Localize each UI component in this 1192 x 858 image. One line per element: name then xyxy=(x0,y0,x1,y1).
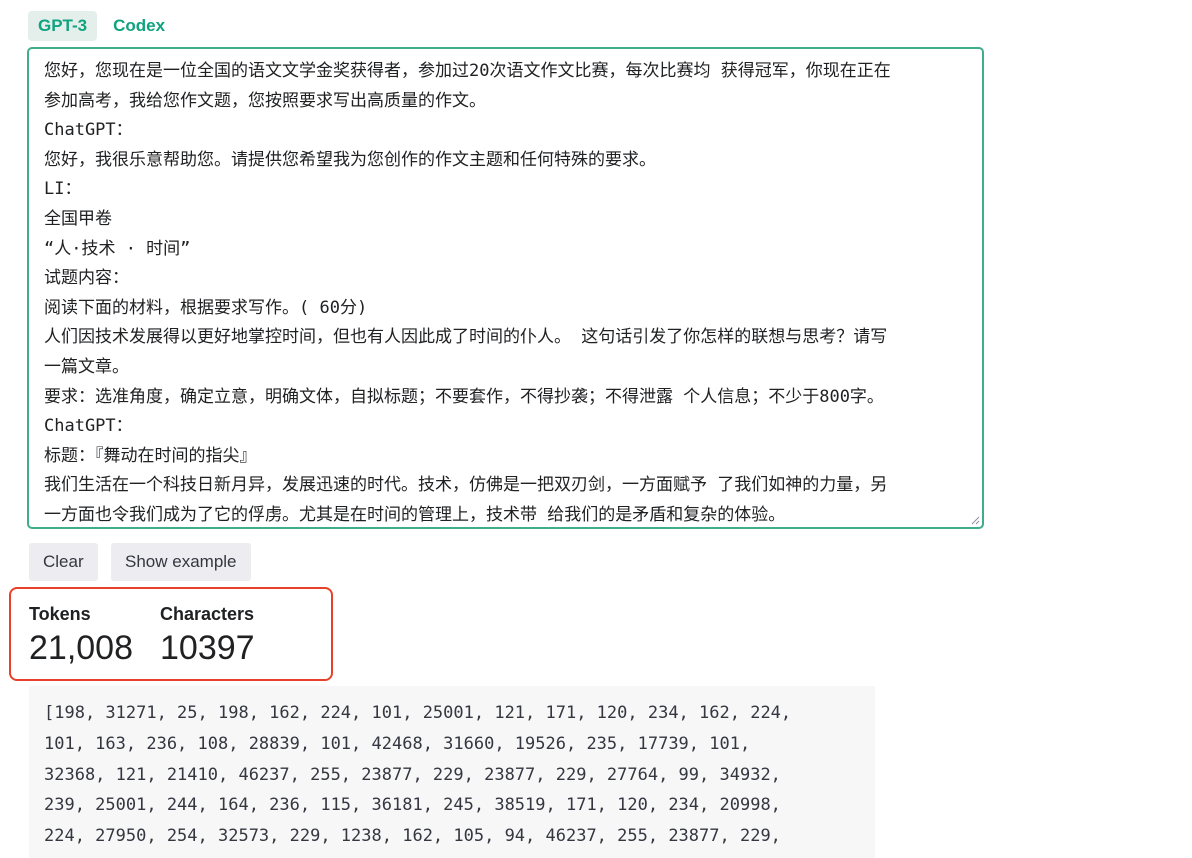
prompt-line: 您好，我很乐意帮助您。请提供您希望我为您创作的作文主题和任何特殊的要求。 xyxy=(44,149,656,170)
tab-gpt3[interactable]: GPT-3 xyxy=(28,11,98,41)
prompt-line: 参加高考，我给您作文题，您按照要求写出高质量的作文。 xyxy=(44,90,486,111)
prompt-line: “人·技术 · 时间” xyxy=(44,238,191,259)
prompt-line: 您好，您现在是一位全国的语文文学金奖获得者，参加过20次语文作文比赛，每次比赛均… xyxy=(44,61,891,81)
prompt-line: 一方面也令我们成为了它的俘虏。尤其是在时间的管理上，技术带 给我们的是矛盾和复杂… xyxy=(44,504,786,525)
show-example-button[interactable]: Show example xyxy=(111,543,251,581)
token-ids-line: [198, 31271, 25, 198, 162, 224, 101, 250… xyxy=(44,703,792,723)
prompt-line: ChatGPT： xyxy=(44,120,133,141)
prompt-line: 要求：选准角度，确定立意，明确文体，自拟标题；不要套作，不得抄袭；不得泄露 个人… xyxy=(44,386,884,407)
prompt-line: 阅读下面的材料，根据要求写作。( 60分) xyxy=(44,297,368,318)
model-tabs: GPT-3 Codex xyxy=(28,11,175,41)
prompt-line: LI： xyxy=(44,179,82,200)
prompt-line: 全国甲卷 xyxy=(44,208,112,229)
token-ids-line: 239, 25001, 244, 164, 236, 115, 36181, 2… xyxy=(44,795,781,816)
token-ids-panel: [198, 31271, 25, 198, 162, 224, 101, 250… xyxy=(29,686,875,858)
prompt-line: ChatGPT： xyxy=(44,416,133,437)
prompt-line: 试题内容： xyxy=(44,268,129,289)
tokens-stat: Tokens 21,008 xyxy=(29,603,133,668)
token-ids-text: [198, 31271, 25, 198, 162, 224, 101, 250… xyxy=(44,698,791,852)
clear-button[interactable]: Clear xyxy=(29,543,98,581)
prompt-line: 一篇文章。 xyxy=(44,356,129,377)
prompt-line: 我们生活在一个科技日新月异，发展迅速的时代。技术，仿佛是一把双刃剑，一方面赋予 … xyxy=(44,475,888,496)
prompt-textarea[interactable]: 您好，您现在是一位全国的语文文学金奖获得者，参加过20次语文作文比赛，每次比赛均… xyxy=(27,47,984,529)
characters-stat: Characters 10397 xyxy=(160,603,255,668)
token-ids-line: 101, 163, 236, 108, 28839, 101, 42468, 3… xyxy=(44,733,751,754)
prompt-line: 人们因技术发展得以更好地掌控时间，但也有人因此成了时间的仆人。 这句话引发了你怎… xyxy=(44,327,888,348)
prompt-text[interactable]: 您好，您现在是一位全国的语文文学金奖获得者，参加过20次语文作文比赛，每次比赛均… xyxy=(44,57,966,527)
prompt-line: 标题：『舞动在时间的指尖』 xyxy=(44,445,257,466)
token-ids-line: 32368, 121, 21410, 46237, 255, 23877, 22… xyxy=(44,764,781,785)
resize-grip-icon[interactable] xyxy=(970,515,980,525)
characters-value: 10397 xyxy=(160,629,255,667)
tab-codex[interactable]: Codex xyxy=(103,11,175,41)
token-ids-line: 224, 27950, 254, 32573, 229, 1238, 162, … xyxy=(44,826,781,847)
tokens-label: Tokens xyxy=(29,604,91,624)
stats-highlight-box: Tokens 21,008 Characters 10397 xyxy=(9,587,333,681)
tokens-value: 21,008 xyxy=(29,629,133,667)
characters-label: Characters xyxy=(160,604,255,624)
